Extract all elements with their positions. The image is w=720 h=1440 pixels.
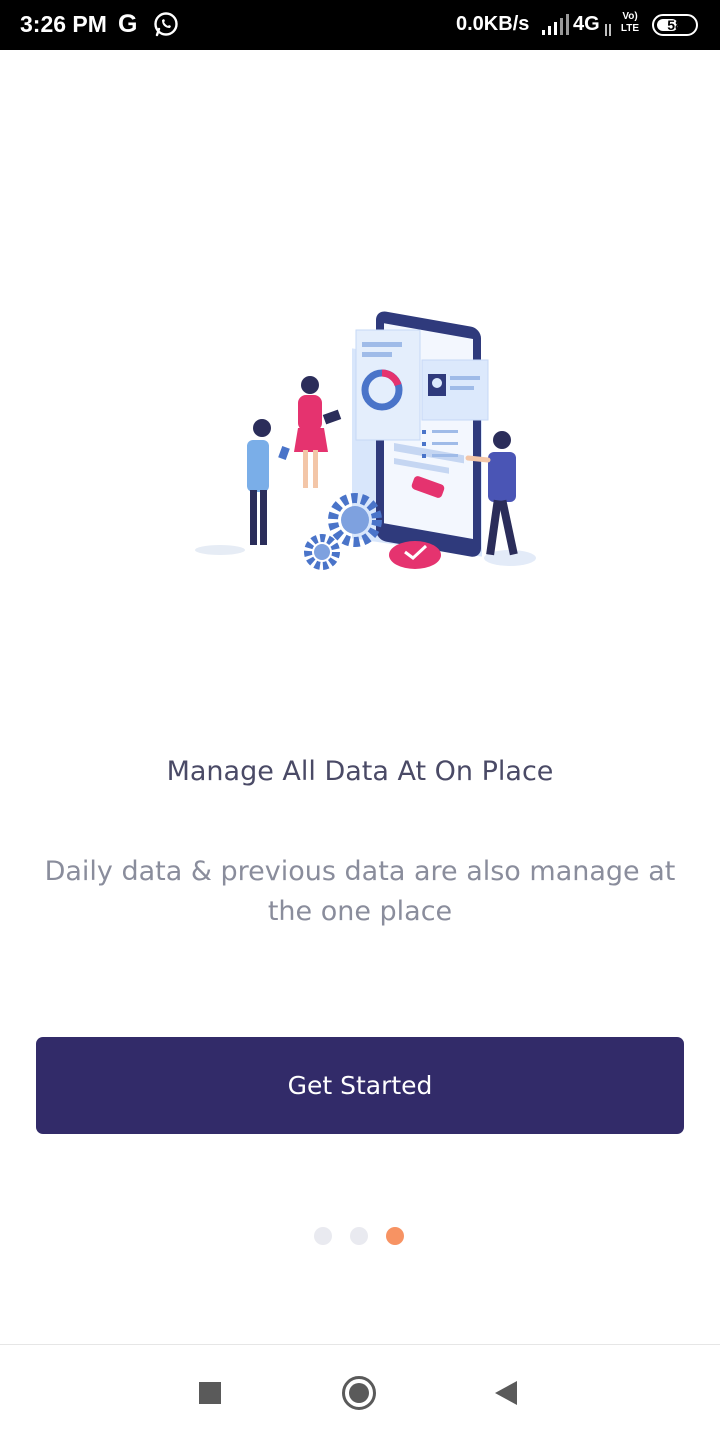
pager-dot-1[interactable] xyxy=(314,1227,332,1245)
battery-level: 58 xyxy=(667,17,683,33)
back-icon[interactable] xyxy=(494,1380,518,1406)
data-management-illustration xyxy=(195,311,536,570)
data-arrows-icon xyxy=(605,24,611,36)
pager-dot-2[interactable] xyxy=(350,1227,368,1245)
whatsapp-icon xyxy=(154,12,178,37)
network-type: 4G xyxy=(573,13,600,35)
volte-top: Vo) xyxy=(622,11,638,22)
recent-apps-icon[interactable] xyxy=(199,1382,221,1404)
status-time: 3:26 PM xyxy=(20,11,107,37)
volte-bottom: LTE xyxy=(620,23,640,34)
pager-indicator xyxy=(0,1227,720,1245)
google-icon: G xyxy=(118,10,138,38)
system-nav-bar xyxy=(0,1344,720,1440)
volte-indicator: Vo) LTE xyxy=(618,11,642,35)
home-icon[interactable] xyxy=(342,1376,376,1410)
get-started-button[interactable]: Get Started xyxy=(36,1037,684,1134)
pager-dot-3-active[interactable] xyxy=(386,1227,404,1245)
onboarding-title: Manage All Data At On Place xyxy=(166,756,554,787)
signal-strength-icon xyxy=(542,14,569,35)
network-speed: 0.0KB/s xyxy=(456,13,530,35)
status-bar: 3:26 PM G 0.0KB/s 4G Vo) LTE 58 xyxy=(0,0,720,50)
onboarding-subtitle: Daily data & previous data are also mana… xyxy=(44,856,676,927)
battery-icon: 58 xyxy=(652,14,698,36)
